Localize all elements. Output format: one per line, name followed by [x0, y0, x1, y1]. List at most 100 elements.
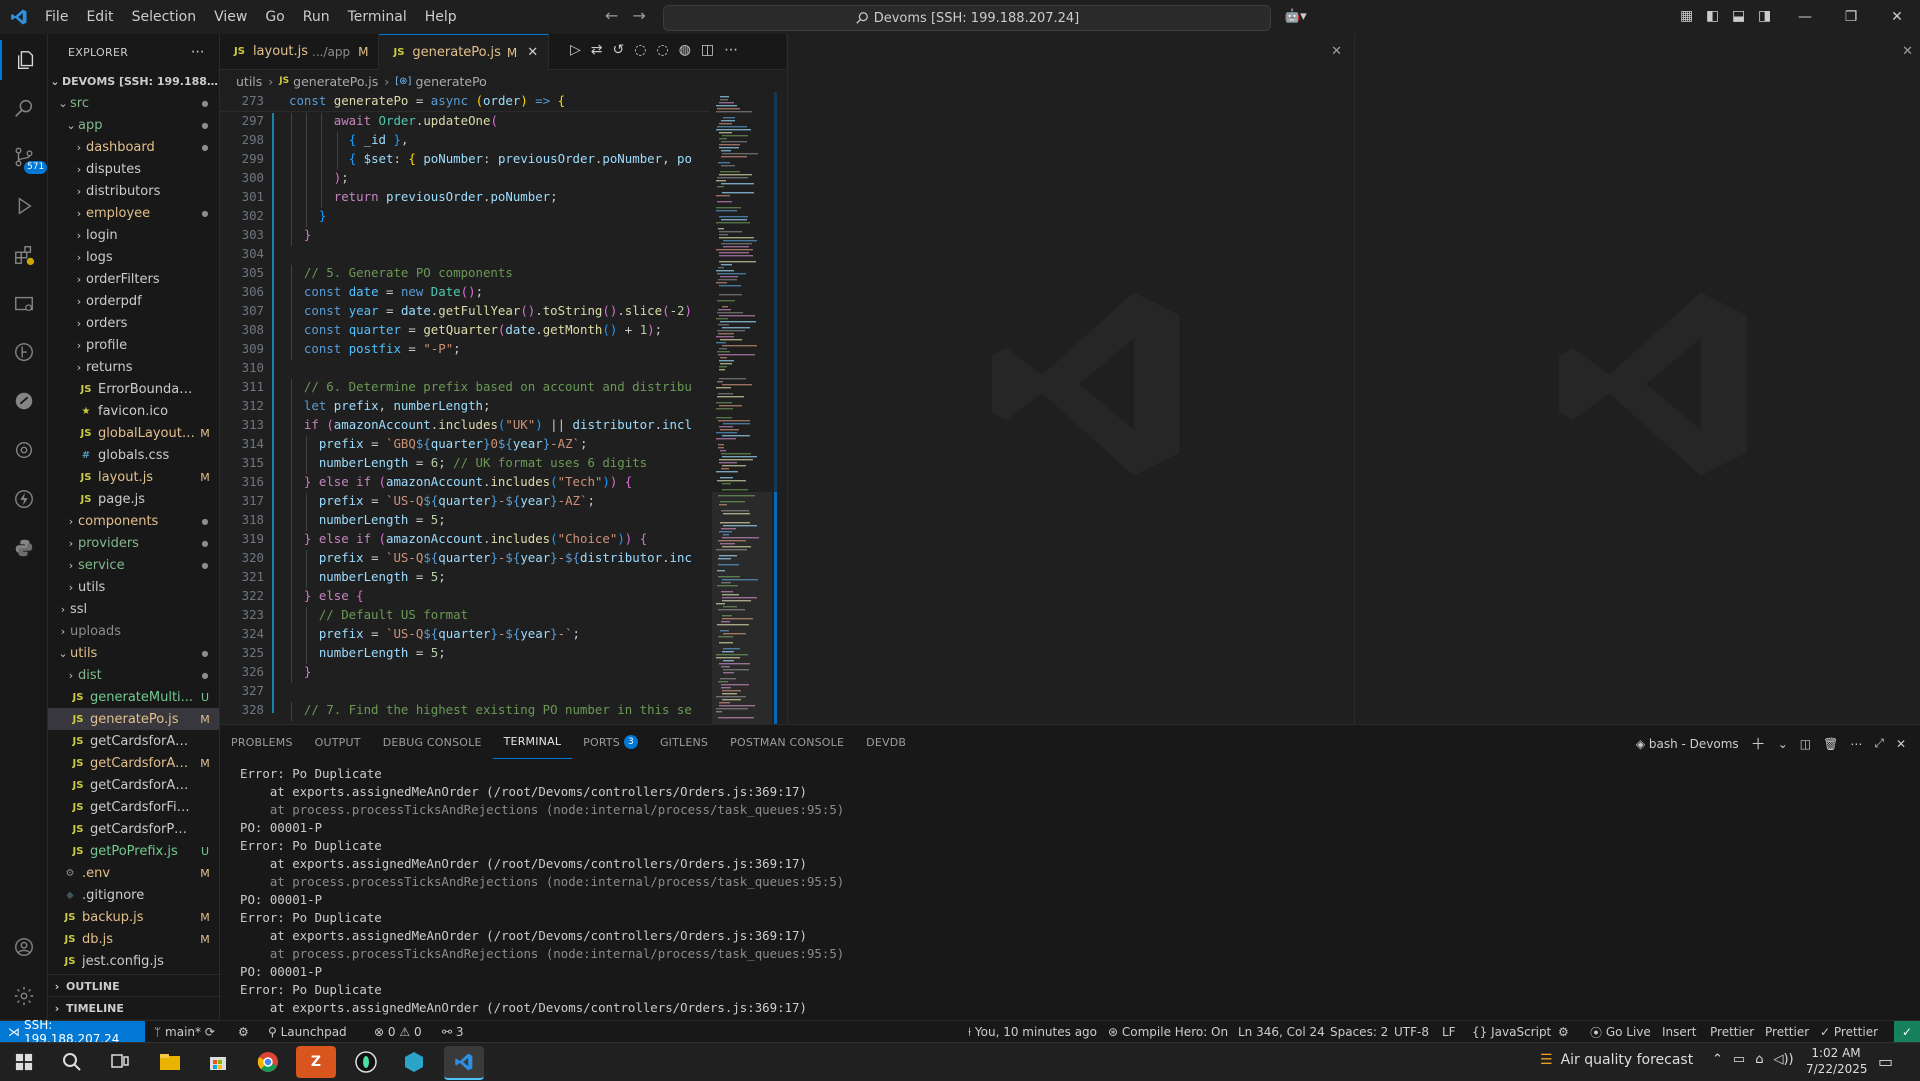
maximize-panel-icon[interactable]: ⤢	[1874, 736, 1884, 751]
accounts-icon[interactable]	[0, 927, 47, 967]
previous-change-icon[interactable]: ◌	[634, 42, 646, 58]
tree-file[interactable]: JS getCardsforAmazon.js	[48, 774, 219, 796]
revert-icon[interactable]: ↺	[613, 42, 625, 58]
split-editor-icon[interactable]: ◫	[701, 42, 714, 58]
volume-icon[interactable]: ◁))	[1773, 1052, 1793, 1067]
postman-icon[interactable]	[0, 381, 47, 421]
tree-folder[interactable]: › disputes	[48, 158, 219, 180]
problems-indicator[interactable]: ⊗ 0 ⚠ 0	[374, 1021, 422, 1043]
close-group-icon[interactable]: ✕	[1331, 44, 1342, 59]
gitlens-icon[interactable]	[0, 332, 47, 372]
tree-folder[interactable]: › profile	[48, 334, 219, 356]
close-tab-icon[interactable]: ✕	[527, 45, 538, 60]
minimap[interactable]	[712, 92, 772, 724]
prettier-2[interactable]: Prettier	[1765, 1021, 1809, 1043]
menu-view[interactable]: View	[205, 9, 256, 25]
tree-file[interactable]: JS getCardsforPurchasi...	[48, 818, 219, 840]
command-center[interactable]: Devoms [SSH: 199.188.207.24]	[663, 5, 1271, 31]
tree-folder[interactable]: ⌄ utils ●	[48, 642, 219, 664]
chevron-up-icon[interactable]: ⌃	[1712, 1052, 1723, 1067]
menu-file[interactable]: File	[36, 9, 77, 25]
copilot-status-icon-2[interactable]: ⚙	[1558, 1021, 1569, 1043]
indentation[interactable]: Spaces: 2	[1330, 1021, 1388, 1043]
tree-file[interactable]: JS page.js	[48, 488, 219, 510]
insert-mode[interactable]: Insert	[1662, 1021, 1696, 1043]
close-window-icon[interactable]: ✕	[1874, 9, 1920, 25]
sync-icon[interactable]: ⟳	[205, 1025, 215, 1039]
customize-layout-icon[interactable]: ▦	[1680, 8, 1698, 24]
tab-output[interactable]: OUTPUT	[304, 725, 372, 759]
search-icon[interactable]	[0, 88, 47, 128]
tree-folder[interactable]: › dashboard ●	[48, 136, 219, 158]
app-icon[interactable]: Z	[296, 1046, 336, 1078]
terminal-instance[interactable]: ◈ bash - Devoms	[1636, 737, 1739, 751]
tree-file[interactable]: ◆ .gitignore	[48, 884, 219, 906]
tab-generatepo-js[interactable]: JS generatePo.js M ✕	[379, 34, 550, 70]
remote-indicator[interactable]: ⋊ SSH: 199.188.207.24	[0, 1018, 145, 1046]
minimize-icon[interactable]: —	[1782, 9, 1828, 25]
tree-folder[interactable]: › employee ●	[48, 202, 219, 224]
restore-icon[interactable]: ❐	[1828, 9, 1874, 25]
toggle-secondary-sidebar-icon[interactable]: ◨	[1758, 8, 1776, 24]
ports-indicator[interactable]: ⚯ 3	[442, 1021, 464, 1043]
next-change-icon[interactable]: ◌	[656, 42, 668, 58]
tree-file[interactable]: JS backup.js M	[48, 906, 219, 928]
tree-folder[interactable]: ⌄ app ●	[48, 114, 219, 136]
tree-file[interactable]: JS generatePo.js M	[48, 708, 219, 730]
tree-file[interactable]: JS getCardsforAccount.js	[48, 730, 219, 752]
tree-folder[interactable]: ⌄ src ●	[48, 92, 219, 114]
menu-help[interactable]: Help	[416, 9, 466, 25]
app-hex-icon[interactable]	[394, 1046, 434, 1078]
split-terminal-icon[interactable]: ◫	[1800, 737, 1811, 751]
tree-folder[interactable]: › components ●	[48, 510, 219, 532]
menu-go[interactable]: Go	[256, 9, 293, 25]
tree-file[interactable]: ★ favicon.ico	[48, 400, 219, 422]
eol[interactable]: LF	[1442, 1021, 1456, 1043]
trash-icon[interactable]: 🗑	[1823, 737, 1838, 751]
workspace-root[interactable]: ⌄DEVOMS [SSH: 199.188.20...	[48, 70, 219, 92]
tree-file[interactable]: JS getCardsforFinance.js	[48, 796, 219, 818]
tree-folder[interactable]: › login	[48, 224, 219, 246]
outline-section[interactable]: › OUTLINE	[48, 974, 219, 997]
tree-file[interactable]: ⚙ .env M	[48, 862, 219, 884]
tree-file[interactable]: JS getPoPrefix.js U	[48, 840, 219, 862]
git-blame[interactable]: ⍿ You, 10 minutes ago	[968, 1021, 1097, 1043]
tree-folder[interactable]: › logs	[48, 246, 219, 268]
tree-folder[interactable]: › uploads	[48, 620, 219, 642]
copilot-icon[interactable]: 🤖▾	[1284, 9, 1307, 24]
forward-arrow-icon[interactable]: →	[632, 6, 645, 25]
tab-debug-console[interactable]: DEBUG CONSOLE	[372, 725, 493, 759]
run-debug-icon[interactable]	[0, 186, 47, 226]
taskbar-search-icon[interactable]	[52, 1046, 92, 1078]
tab-problems[interactable]: PROBLEMS	[220, 725, 304, 759]
tree-folder[interactable]: › returns	[48, 356, 219, 378]
toggle-panel-icon[interactable]: ⬓	[1732, 8, 1750, 24]
store-icon[interactable]	[198, 1046, 238, 1078]
tree-folder[interactable]: › distributors	[48, 180, 219, 202]
tree-file[interactable]: JS getCardsforAd... M	[48, 752, 219, 774]
task-view-icon[interactable]	[100, 1046, 140, 1078]
editor-scrollbar[interactable]	[772, 92, 786, 724]
toggle-primary-sidebar-icon[interactable]: ◧	[1706, 8, 1724, 24]
windows-start-icon[interactable]	[4, 1046, 44, 1078]
breadcrumb-folder[interactable]: utils	[236, 74, 262, 89]
breadcrumb-symbol[interactable]: generatePo	[415, 74, 486, 89]
encoding[interactable]: UTF-8	[1394, 1021, 1429, 1043]
more-actions-icon[interactable]: ⋯	[191, 44, 205, 60]
tab-devdb[interactable]: DEVDB	[855, 725, 917, 759]
menu-run[interactable]: Run	[294, 9, 339, 25]
compile-hero[interactable]: ⊛ Compile Hero: On	[1108, 1021, 1228, 1043]
tab-ports[interactable]: PORTS 3	[572, 725, 649, 759]
tree-folder[interactable]: › providers ●	[48, 532, 219, 554]
vscode-taskbar-icon[interactable]	[444, 1046, 484, 1080]
battery-icon[interactable]: ▭	[1733, 1052, 1745, 1067]
explorer-icon[interactable]	[0, 40, 49, 80]
settings-gear-icon[interactable]	[0, 976, 47, 1016]
app-circle-icon[interactable]	[346, 1046, 386, 1078]
chevron-down-icon[interactable]: ⌄	[1778, 737, 1788, 751]
tree-file[interactable]: JS jest.config.js	[48, 950, 219, 972]
more-panel-actions-icon[interactable]: ⋯	[1850, 737, 1862, 751]
tree-file[interactable]: JS layout.js M	[48, 466, 219, 488]
branch-indicator[interactable]: ᛘ main* ⟳	[154, 1021, 215, 1043]
notification-center-icon[interactable]: ▭	[1878, 1052, 1893, 1071]
